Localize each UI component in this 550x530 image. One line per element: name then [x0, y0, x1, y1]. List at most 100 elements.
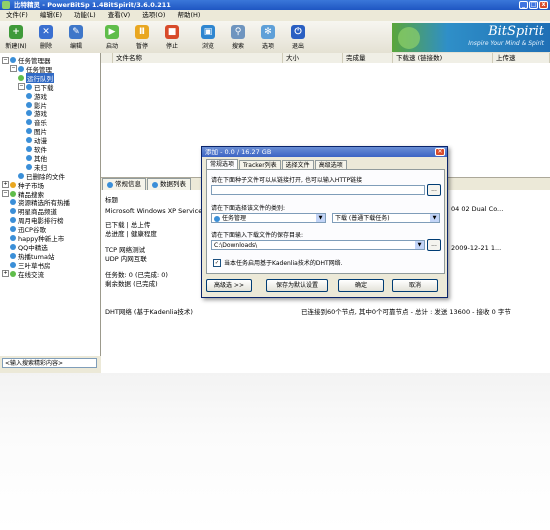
torrent-browse-button[interactable]: ...: [427, 184, 441, 196]
start-button[interactable]: ▶ 启动: [98, 23, 126, 51]
save-folder-select[interactable]: C:\Downloads\ ▼: [211, 240, 425, 250]
stop-icon: ■: [165, 25, 179, 39]
maximize-button[interactable]: □: [529, 1, 538, 9]
expand-icon[interactable]: +: [2, 270, 9, 278]
column-header[interactable]: 大小: [283, 53, 343, 63]
column-header[interactable]: 上传速: [493, 53, 550, 63]
toolbar-label: 浏览: [201, 43, 214, 50]
menu-item[interactable]: 查看(V): [102, 10, 137, 21]
folder-browse-button[interactable]: ...: [427, 239, 441, 251]
tree-item[interactable]: 已删除的文件: [18, 172, 65, 181]
toolbar-label: 启动: [105, 43, 118, 50]
exit-button[interactable]: ⏻ 退出: [284, 23, 312, 51]
toolbar-label: 新建(N): [5, 43, 27, 50]
menu-item[interactable]: 选项(O): [136, 10, 171, 21]
tree-item[interactable]: 动漫: [26, 136, 47, 145]
tree-item[interactable]: 音乐: [26, 118, 47, 127]
tree-item[interactable]: 游戏: [26, 109, 47, 118]
tree-item[interactable]: 未归: [26, 163, 47, 172]
toolbar-label: 暂停: [135, 43, 148, 50]
toolbar-label: 选项: [261, 43, 274, 50]
tree-item[interactable]: − 已下载: [18, 83, 54, 92]
collapse-icon[interactable]: −: [2, 56, 9, 64]
folder-icon: [10, 217, 16, 224]
category-label: 请在下面选择该文件的类别:: [211, 205, 286, 212]
folder-icon: [10, 235, 16, 241]
menu-item[interactable]: 帮助(H): [171, 10, 206, 21]
collapse-icon[interactable]: −: [2, 190, 9, 197]
tree-item[interactable]: + 在线交流: [2, 270, 44, 279]
menu-item[interactable]: 文件(F): [0, 10, 34, 21]
tree-item[interactable]: 迅CP谷歌: [10, 225, 46, 234]
download-mode-select[interactable]: 下载 (普通下载任务) ▼: [332, 213, 440, 223]
column-header[interactable]: 完成量: [343, 53, 393, 63]
ok-button[interactable]: 确定: [338, 279, 384, 292]
tree-item[interactable]: 图片: [26, 127, 47, 136]
folder-value: C:\Downloads\: [214, 242, 258, 249]
detail-tab[interactable]: 常规信息: [102, 178, 146, 190]
folder-icon: [10, 181, 16, 188]
start-icon: ▶: [105, 25, 119, 39]
tree-item[interactable]: 游戏: [26, 92, 47, 101]
category-folder-icon: [214, 215, 220, 222]
browse-button[interactable]: ▣ 浏览: [194, 23, 222, 51]
tree-item[interactable]: 周月电影排行榜: [10, 216, 64, 225]
delete-icon: ✕: [39, 25, 53, 39]
edit-button[interactable]: ✎ 编辑: [62, 23, 90, 51]
detail-tab[interactable]: 数据列表: [147, 178, 191, 190]
collapse-icon[interactable]: −: [10, 65, 17, 73]
delete-button[interactable]: ✕ 删除: [32, 23, 60, 51]
tree-item[interactable]: 其他: [26, 154, 47, 163]
tree-item[interactable]: − 精品搜索: [2, 190, 44, 199]
column-header[interactable]: 文件名称: [113, 53, 283, 63]
advanced-button[interactable]: 高级选 >>: [206, 279, 252, 292]
tree-item[interactable]: 运行队列: [18, 72, 54, 83]
tree-item[interactable]: − 任务管理: [10, 65, 52, 74]
expand-icon[interactable]: +: [2, 181, 9, 189]
search-button[interactable]: ⚲ 搜索: [224, 23, 252, 51]
dialog-close-button[interactable]: ✕: [435, 148, 445, 156]
tree-item[interactable]: 软件: [26, 145, 47, 154]
tree-item[interactable]: 热播tuma站: [10, 252, 54, 261]
collapse-icon[interactable]: −: [18, 83, 25, 91]
folder-icon: [10, 243, 16, 250]
pause-button[interactable]: Ⅱ 暂停: [128, 23, 156, 51]
detail-row: DHT网络 (基于Kadenlia技术): [105, 308, 193, 316]
dialog-title: 添加 - 0.0 / 16.27 GB: [205, 148, 272, 156]
options-button[interactable]: ✻ 选项: [254, 23, 282, 51]
category-tree: − 任务管理器 − 任务管理 运行队列 − 已下载 游戏 影片 游戏 音乐 图片 动漫 软件 其他 未归 已删除…: [0, 53, 101, 356]
dialog-title-bar: 添加 - 0.0 / 16.27 GB ✕: [202, 147, 447, 157]
folder-icon: [26, 92, 32, 99]
dht-checkbox[interactable]: ✓ 当本任务启用基于Kadenlia技术的DHT网络.: [213, 258, 343, 267]
folder-icon: [10, 226, 16, 233]
window-reflection: [0, 373, 550, 530]
pause-icon: Ⅱ: [135, 25, 149, 39]
category-select[interactable]: 任务管理 ▼: [211, 213, 326, 223]
cancel-button[interactable]: 取消: [392, 279, 438, 292]
tree-item[interactable]: 影片: [26, 101, 47, 110]
tree-item[interactable]: 三叶草书房: [10, 261, 51, 270]
menu-item[interactable]: 功能(L): [68, 10, 102, 21]
title-bar: 比特精灵 - PowerBitSp 1.4BitSpirit/3.6.0.211…: [0, 0, 550, 10]
save-default-button[interactable]: 保存为默认设置: [266, 279, 328, 292]
tree-item[interactable]: + 种子市场: [2, 181, 44, 190]
chevron-down-icon: ▼: [316, 214, 325, 222]
tree-item[interactable]: happy种新上市: [10, 234, 64, 243]
tree-search-input[interactable]: <输入搜索精彩内容>: [2, 358, 97, 368]
new-button[interactable]: + 新建(N): [2, 23, 30, 51]
detail-row-value: 已连接到60个节点, 其中0个可靠节点 - 总计 : 发送 13600 - 接收…: [301, 308, 511, 316]
close-window-button[interactable]: x: [539, 1, 548, 9]
tree-item[interactable]: 资源精选所有热播: [10, 198, 70, 207]
torrent-url-input[interactable]: [211, 185, 425, 195]
minimize-button[interactable]: _: [519, 1, 528, 9]
tree-item[interactable]: − 任务管理器: [2, 56, 51, 65]
folder-icon: [10, 270, 16, 277]
tree-item[interactable]: 明星商品频道: [10, 207, 57, 216]
mode-value: 下载 (普通下载任务): [335, 215, 390, 222]
tree-item-label: 在线交流: [18, 270, 44, 279]
menu-item[interactable]: 编辑(E): [34, 10, 68, 21]
stop-button[interactable]: ■ 停止: [158, 23, 186, 51]
column-header[interactable]: [101, 53, 113, 63]
column-header[interactable]: 下载速 (链接数): [393, 53, 493, 63]
tree-item[interactable]: QQ中精选: [10, 243, 48, 252]
